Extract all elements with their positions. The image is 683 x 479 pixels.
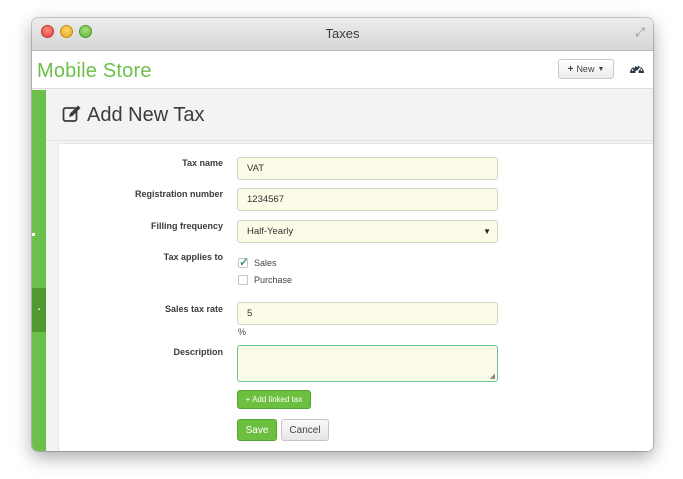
tax-name-label: Tax name [182,158,223,168]
description-label: Description [173,347,223,357]
sales-checkbox-row[interactable]: ✓ Sales [238,255,277,269]
filling-frequency-select[interactable]: Half-Yearly ▼ [237,220,498,243]
sales-tax-rate-label: Sales tax rate [164,304,223,314]
sidebar-item-marker [32,233,35,236]
sales-checkbox-label: Sales [254,258,277,268]
purchase-checkbox-label: Purchase [254,275,293,285]
sidebar: ▪ [32,90,46,451]
checkmark-icon: ✓ [239,255,250,269]
page-title: Add New Tax [87,104,205,126]
tax-name-input[interactable]: VAT [237,157,498,180]
main-content: Add New Tax Tax name VAT Registration nu… [46,90,653,451]
save-button[interactable]: Save [237,419,277,441]
plus-icon: + [567,63,574,75]
tax-applies-to-label: Tax applies to [163,252,223,262]
dashboard-icon[interactable] [629,62,645,76]
description-textarea[interactable]: ◢ [237,345,498,382]
select-arrow-icon: ▼ [483,227,491,236]
tax-rate-unit: % [238,327,247,337]
app-header: Mobile Store + New ▼ [32,51,653,89]
cancel-button[interactable]: Cancel [281,419,329,441]
window-title: Taxes [325,26,360,41]
chevron-down-icon: ▼ [597,65,605,73]
resize-handle-icon[interactable]: ◢ [490,372,495,380]
registration-number-input[interactable]: 1234567 [237,188,498,211]
filling-frequency-value: Half-Yearly [247,226,294,237]
new-button-label: New [576,64,595,74]
purchase-checkbox[interactable] [238,275,248,285]
new-button[interactable]: + New ▼ [558,59,614,79]
edit-icon [62,105,81,122]
purchase-checkbox-row[interactable]: Purchase [238,275,292,285]
tax-form: Tax name VAT Registration number 1234567… [58,143,653,451]
title-bar: Taxes ⤢ [32,18,653,51]
add-linked-tax-button[interactable]: + Add linked tax [237,390,311,409]
sales-checkbox[interactable]: ✓ [238,255,250,269]
sidebar-item-active[interactable]: ▪ [32,288,46,332]
page-header: Add New Tax [46,90,653,141]
sales-tax-rate-input[interactable]: 5 [237,302,498,325]
app-window: Taxes ⤢ Mobile Store + New ▼ ▪ Add New T… [32,18,653,451]
registration-number-label: Registration number [134,189,223,199]
fullscreen-icon[interactable]: ⤢ [633,25,647,39]
filling-frequency-label: Filling frequency [150,221,223,231]
brand-name[interactable]: Mobile Store [37,60,152,83]
